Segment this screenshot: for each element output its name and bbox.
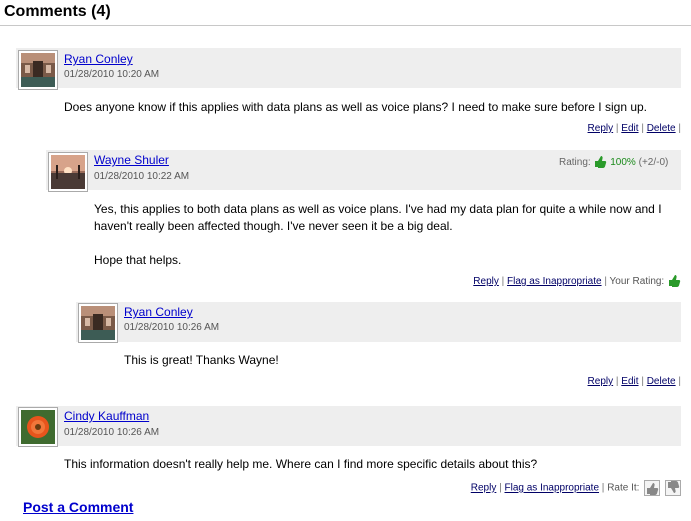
comment-actions: Reply | Flag as Inappropriate | Your Rat… <box>473 273 681 290</box>
comment-text-line: haven't really been affected though. I'v… <box>94 219 453 233</box>
thumbs-up-icon <box>667 273 681 290</box>
reply-link[interactable]: Reply <box>471 483 497 494</box>
reply-link[interactable]: Reply <box>588 376 614 387</box>
comment-actions: Reply | Edit | Delete | <box>587 376 681 387</box>
post-comment-link[interactable]: Post a Comment <box>23 499 133 515</box>
avatar[interactable] <box>18 50 58 90</box>
flag-inappropriate-link[interactable]: Flag as Inappropriate <box>505 483 600 494</box>
avatar[interactable] <box>18 407 58 447</box>
thumbs-down-icon[interactable] <box>665 480 681 496</box>
heading-divider <box>0 25 691 26</box>
comment-body: Yes, this applies to both data plans as … <box>94 201 684 269</box>
edit-link[interactable]: Edit <box>621 376 638 387</box>
comment-body: This is great! Thanks Wayne! <box>124 352 684 369</box>
comment-author-link[interactable]: Ryan Conley <box>64 52 133 66</box>
your-rating-label: Your Rating: <box>609 276 665 288</box>
delete-link[interactable]: Delete <box>647 123 676 134</box>
rate-it-label: Rate It: <box>607 482 640 494</box>
comment-author-link[interactable]: Ryan Conley <box>124 305 193 319</box>
comment-timestamp: 01/28/2010 10:22 AM <box>94 171 190 182</box>
comment-text-line: Yes, this applies to both data plans as … <box>94 202 662 216</box>
comment-timestamp: 01/28/2010 10:26 AM <box>124 322 220 333</box>
rating-count: (+2/-0) <box>638 157 669 169</box>
comment-timestamp: 01/28/2010 10:20 AM <box>64 69 160 80</box>
comment-body: Does anyone know if this applies with da… <box>64 99 684 116</box>
comment-text-line: Hope that helps. <box>94 253 182 267</box>
comment-actions: Reply | Flag as Inappropriate | Rate It: <box>471 480 681 496</box>
comment-timestamp: 01/28/2010 10:26 AM <box>64 427 160 438</box>
reply-link[interactable]: Reply <box>473 276 499 287</box>
comment-text-line: This information doesn't really help me.… <box>64 457 538 471</box>
comments-heading: Comments (4) <box>4 3 111 20</box>
avatar-image-sunset <box>51 155 85 189</box>
avatar-image-venice <box>21 53 55 87</box>
comment-text-line: This is great! Thanks Wayne! <box>124 353 279 367</box>
comment-author-link[interactable]: Cindy Kauffman <box>64 409 149 423</box>
edit-link[interactable]: Edit <box>621 123 638 134</box>
avatar[interactable] <box>78 303 118 343</box>
thumbs-up-icon[interactable] <box>644 480 661 496</box>
avatar-image-flower <box>21 410 55 444</box>
comment-text-line: Does anyone know if this applies with da… <box>64 100 648 114</box>
comment-body: This information doesn't really help me.… <box>64 456 684 473</box>
comment-author-link[interactable]: Wayne Shuler <box>94 153 169 167</box>
thumbs-up-icon <box>593 154 607 171</box>
reply-link[interactable]: Reply <box>588 123 614 134</box>
rating-summary: Rating: 100% (+2/-0) <box>559 154 668 171</box>
comment-actions: Reply | Edit | Delete | <box>587 123 681 134</box>
flag-inappropriate-link[interactable]: Flag as Inappropriate <box>507 276 602 287</box>
avatar-image-venice <box>81 306 115 340</box>
rating-percent: 100% <box>610 157 636 169</box>
delete-link[interactable]: Delete <box>647 376 676 387</box>
avatar[interactable] <box>48 152 88 192</box>
rating-label: Rating: <box>559 157 591 169</box>
